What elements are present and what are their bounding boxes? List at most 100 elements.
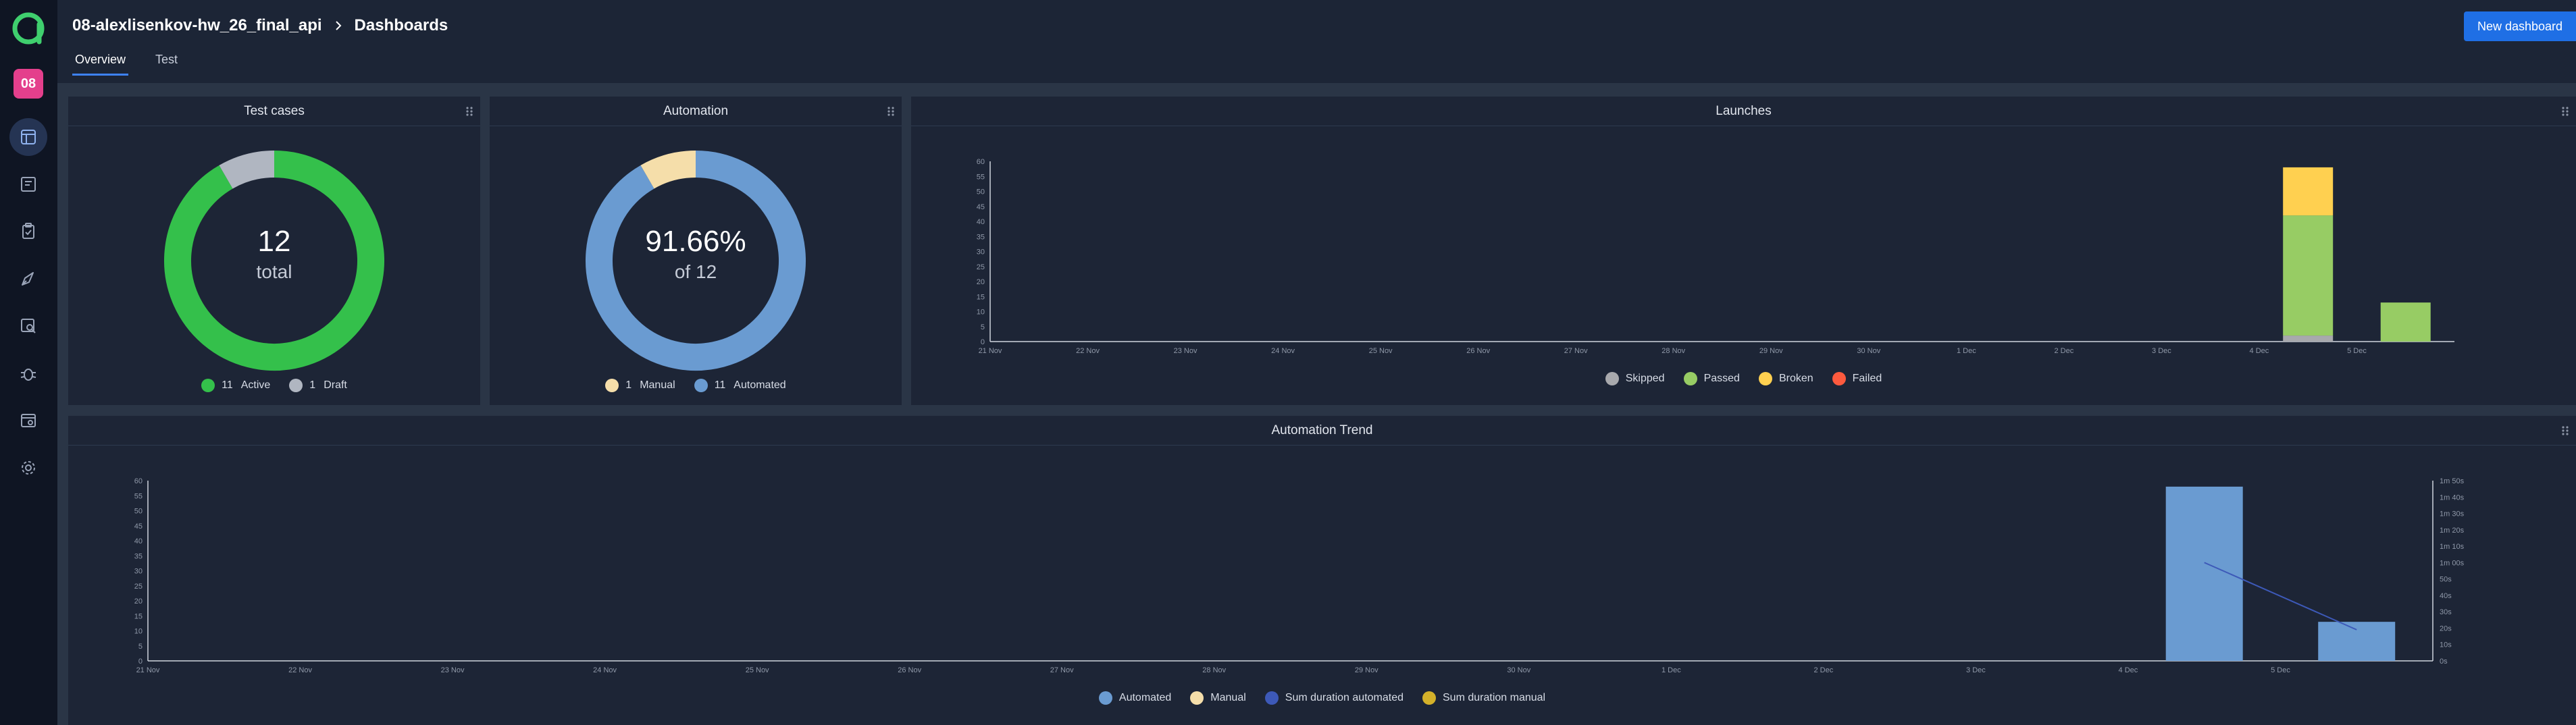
legend-item-skipped[interactable]: Skipped — [1605, 372, 1665, 385]
x-tick-label: 30 Nov — [1507, 666, 1530, 674]
x-tick-label: 2 Dec — [2054, 347, 2073, 355]
allure-logo-icon[interactable] — [9, 9, 47, 47]
breadcrumb-page: Dashboards — [354, 16, 448, 34]
settings-icon — [22, 461, 35, 475]
x-tick-label: 28 Nov — [1202, 666, 1226, 674]
y-tick-label: 30 — [977, 248, 985, 257]
launches-icon — [22, 272, 34, 286]
y-tick-label: 15 — [134, 612, 143, 620]
x-tick-label: 27 Nov — [1564, 347, 1588, 355]
nav-launches[interactable] — [9, 260, 47, 298]
widget-automation-trend: Automation Trend 0 5 10 15 20 25 30 35 40 45 50 55 6… — [68, 416, 2576, 725]
donut-percent-value: 91.66% — [645, 225, 746, 258]
analytics-icon — [21, 319, 36, 333]
x-tick-label: 23 Nov — [1174, 347, 1197, 355]
test-plans-icon — [22, 223, 34, 239]
y-tick-label: 10 — [134, 628, 143, 636]
x-tick-label: 23 Nov — [441, 666, 465, 674]
header: 08-alexlisenkov-hw_26_final_api Dashboar… — [57, 0, 2576, 83]
nav-dashboards[interactable] — [9, 118, 47, 156]
project-badge[interactable]: 08 — [14, 69, 43, 99]
test-cases-legend: 11 Active 1 Draft — [68, 379, 480, 392]
y-tick-label: 40 — [977, 218, 985, 226]
sidebar: 08 — [0, 0, 57, 725]
drag-handle-icon[interactable] — [887, 106, 895, 117]
automation-donut: 91.66% of 12 — [584, 149, 807, 372]
tab-test[interactable]: Test — [153, 50, 180, 76]
breadcrumb-project[interactable]: 08-alexlisenkov-hw_26_final_api — [72, 16, 322, 35]
drag-handle-icon[interactable] — [2561, 106, 2569, 117]
legend-item-broken[interactable]: Broken — [1758, 372, 1813, 385]
bar-segment-passed[interactable] — [2283, 215, 2334, 336]
widget-title: Automation Trend — [68, 416, 2576, 446]
donut-total-label: total — [256, 261, 292, 282]
y-tick-label: 55 — [977, 173, 985, 181]
x-tick-label: 3 Dec — [2152, 347, 2171, 355]
y2-tick-label: 40s — [2440, 592, 2452, 600]
legend-item-automated[interactable]: Automated — [1098, 691, 1171, 705]
nav-jobs[interactable] — [9, 402, 47, 439]
chevron-right-icon — [335, 21, 341, 30]
nav-test-plans[interactable] — [9, 213, 47, 250]
y2-tick-label: 1m 40s — [2440, 493, 2465, 502]
x-tick-label: 28 Nov — [1661, 347, 1685, 355]
tab-overview[interactable]: Overview — [72, 50, 129, 76]
breadcrumb: 08-alexlisenkov-hw_26_final_api Dashboar… — [72, 16, 448, 35]
defects-icon — [20, 369, 36, 381]
bar-segment-broken[interactable] — [2283, 167, 2334, 216]
bar-automated[interactable] — [2318, 622, 2396, 661]
x-tick-label: 2 Dec — [1813, 666, 1833, 674]
x-tick-label: 29 Nov — [1355, 666, 1379, 674]
x-tick-label: 1 Dec — [1661, 666, 1681, 674]
legend-item-draft[interactable]: 1 Draft — [289, 379, 347, 392]
y2-tick-label: 1m 10s — [2440, 543, 2465, 551]
drag-handle-icon[interactable] — [2561, 425, 2569, 436]
x-tick-label: 27 Nov — [1050, 666, 1074, 674]
nav-test-cases[interactable] — [9, 165, 47, 203]
x-tick-label: 5 Dec — [2271, 666, 2290, 674]
widget-title: Launches — [911, 97, 2576, 126]
nav-settings[interactable] — [9, 449, 47, 487]
nav-defects[interactable] — [9, 354, 47, 392]
drag-handle-icon[interactable] — [465, 106, 473, 117]
y-tick-label: 40 — [134, 537, 143, 545]
y-tick-label: 45 — [134, 522, 143, 531]
x-tick-label: 22 Nov — [1076, 347, 1100, 355]
automation-legend: 1 Manual 11 Automated — [490, 379, 902, 392]
y2-tick-label: 30s — [2440, 608, 2452, 616]
x-tick-label: 25 Nov — [1369, 347, 1393, 355]
legend-item-sum-duration-automated[interactable]: Sum duration automated — [1264, 691, 1403, 705]
y2-tick-label: 1m 30s — [2440, 510, 2465, 518]
legend-item-failed[interactable]: Failed — [1832, 372, 1882, 385]
legend-item-active[interactable]: 11 Active — [201, 379, 270, 392]
y-tick-label: 30 — [134, 568, 143, 576]
y-tick-label: 10 — [977, 308, 985, 317]
y-tick-label: 35 — [977, 233, 985, 241]
y-tick-label: 5 — [138, 643, 143, 651]
donut-slice-manual[interactable] — [640, 151, 696, 189]
automation-trend-legend: Automated Manual Sum duration automated Sum… — [68, 691, 2576, 705]
y2-tick-label: 1m 00s — [2440, 559, 2465, 567]
y2-tick-label: 10s — [2440, 641, 2452, 649]
widget-title: Test cases — [68, 97, 480, 126]
y-tick-label: 50 — [977, 188, 985, 196]
new-dashboard-button[interactable]: New dashboard — [2464, 11, 2576, 41]
launches-legend: Skipped Passed Broken Failed — [911, 372, 2576, 385]
nav-analytics[interactable] — [9, 307, 47, 345]
widget-grid: Test cases 12 total 11 Active 1 Draft Auto… — [57, 83, 2576, 725]
bar-segment-skipped[interactable] — [2283, 335, 2334, 342]
y-tick-label: 35 — [134, 552, 143, 560]
legend-item-passed[interactable]: Passed — [1683, 372, 1740, 385]
bar-segment-passed[interactable] — [2380, 302, 2431, 342]
donut-slice-draft[interactable] — [219, 151, 275, 189]
legend-item-manual[interactable]: 1 Manual — [605, 379, 675, 392]
legend-item-sum-duration-manual[interactable]: Sum duration manual — [1422, 691, 1545, 705]
x-tick-label: 22 Nov — [288, 666, 312, 674]
legend-item-manual[interactable]: Manual — [1190, 691, 1246, 705]
y2-tick-label: 50s — [2440, 576, 2452, 584]
y-tick-label: 60 — [134, 477, 143, 485]
legend-item-automated[interactable]: 11 Automated — [694, 379, 786, 392]
donut-total-value: 12 — [257, 225, 291, 258]
test-cases-icon — [21, 177, 36, 192]
y-tick-label: 0 — [138, 657, 143, 666]
